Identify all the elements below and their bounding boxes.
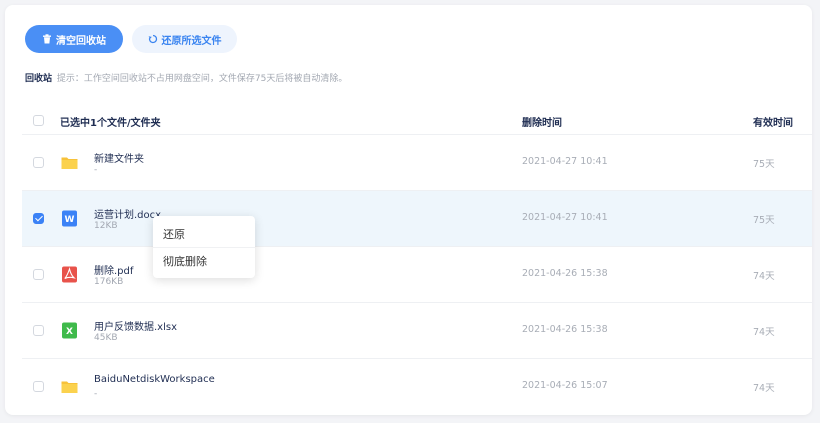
- valid-time: 75天: [753, 159, 775, 170]
- file-size: 12KB: [94, 221, 118, 231]
- file-size: 176KB: [94, 277, 124, 287]
- file-name: 新建文件夹: [94, 154, 144, 165]
- table-row[interactable]: BaiduNetdiskWorkspace - 2021-04-26 15:07…: [22, 359, 812, 415]
- file-table: 已选中1个文件/文件夹 删除时间 有效时间 新建文件夹 - 2021-04-27…: [22, 105, 812, 415]
- empty-recycle-bin-button[interactable]: 清空回收站: [25, 25, 123, 53]
- file-name: 运营计划.docx: [94, 210, 162, 221]
- restore-icon: [148, 34, 157, 44]
- selection-count-label: 已选中1个文件/文件夹: [60, 118, 161, 129]
- row-checkbox[interactable]: [33, 269, 44, 280]
- valid-time: 74天: [753, 383, 775, 394]
- deleted-time: 2021-04-27 10:41: [522, 156, 608, 167]
- svg-text:W: W: [65, 215, 75, 225]
- valid-time-header: 有效时间: [753, 118, 793, 129]
- row-checkbox[interactable]: [33, 325, 44, 336]
- file-name: BaiduNetdiskWorkspace: [94, 374, 215, 385]
- empty-recycle-bin-label: 清空回收站: [56, 35, 106, 47]
- valid-time: 74天: [753, 327, 775, 338]
- context-menu-restore[interactable]: 还原: [153, 221, 255, 247]
- file-name: 用户反馈数据.xlsx: [94, 322, 178, 333]
- deleted-time: 2021-04-27 10:41: [522, 212, 608, 223]
- deleted-time: 2021-04-26 15:38: [522, 324, 608, 335]
- row-checkbox[interactable]: [33, 157, 44, 168]
- svg-text:X: X: [66, 327, 73, 337]
- row-checkbox[interactable]: [33, 213, 44, 224]
- excel-file-icon: X: [62, 322, 77, 339]
- table-row[interactable]: 新建文件夹 - 2021-04-27 10:41 75天: [22, 135, 812, 191]
- hint-title: 回收站: [25, 74, 53, 84]
- valid-time: 75天: [753, 215, 775, 226]
- restore-selected-button[interactable]: 还原所选文件: [132, 25, 237, 53]
- file-size: -: [94, 165, 98, 175]
- recycle-bin-panel: 清空回收站 还原所选文件 回收站 提示：工作空间回收站不占用网盘空间，文件保存7…: [5, 5, 812, 415]
- table-row[interactable]: X 用户反馈数据.xlsx 45KB 2021-04-26 15:38 74天: [22, 303, 812, 359]
- toolbar: 清空回收站 还原所选文件: [25, 25, 237, 53]
- select-all-checkbox[interactable]: [33, 115, 44, 126]
- valid-time: 74天: [753, 271, 775, 282]
- trash-icon: [43, 34, 51, 44]
- deleted-time-header: 删除时间: [522, 118, 562, 129]
- hint-text: 提示：工作空间回收站不占用网盘空间，文件保存75天后将被自动清除。: [56, 74, 348, 84]
- table-header: 已选中1个文件/文件夹 删除时间 有效时间: [22, 105, 812, 135]
- recycle-bin-hint: 回收站 提示：工作空间回收站不占用网盘空间，文件保存75天后将被自动清除。: [25, 71, 347, 84]
- restore-selected-label: 还原所选文件: [161, 35, 222, 47]
- file-size: -: [94, 389, 98, 399]
- folder-icon: [61, 157, 78, 169]
- word-file-icon: W: [62, 210, 77, 227]
- context-menu-delete-forever[interactable]: 彻底删除: [153, 247, 255, 273]
- table-row[interactable]: 删除.pdf 176KB 2021-04-26 15:38 74天: [22, 247, 812, 303]
- deleted-time: 2021-04-26 15:38: [522, 268, 608, 279]
- folder-icon: [61, 381, 78, 393]
- deleted-time: 2021-04-26 15:07: [522, 380, 608, 391]
- table-row[interactable]: W 运营计划.docx 12KB 2021-04-27 10:41 75天: [22, 191, 812, 247]
- pdf-file-icon: [62, 266, 77, 283]
- file-size: 45KB: [94, 333, 118, 343]
- row-checkbox[interactable]: [33, 381, 44, 392]
- file-name: 删除.pdf: [94, 266, 134, 277]
- context-menu: 还原 彻底删除: [153, 216, 255, 278]
